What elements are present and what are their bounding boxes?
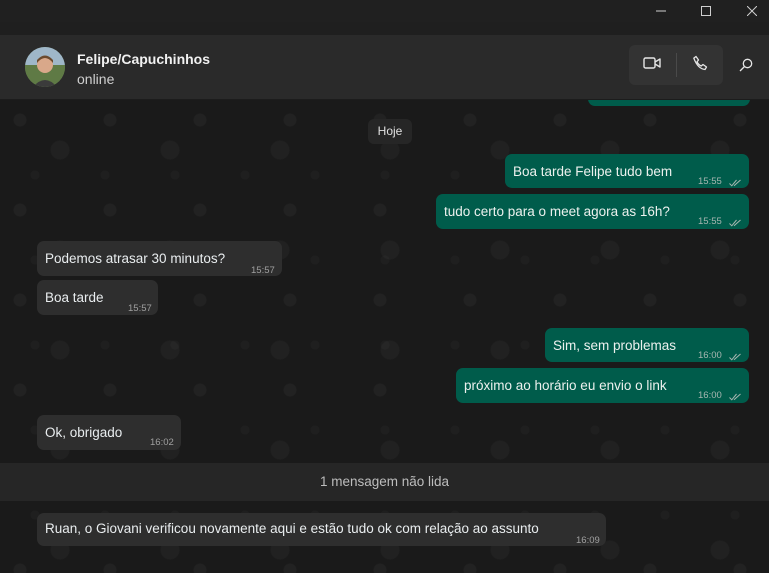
message-bubble-outgoing[interactable]: próximo ao horário eu envio o link 16:00	[456, 368, 749, 403]
minimize-icon[interactable]	[638, 0, 684, 22]
message-time: 15:55	[698, 176, 722, 187]
message-text: Podemos atrasar 30 minutos?	[45, 251, 226, 266]
message-bubble-outgoing-partial	[588, 100, 750, 106]
message-text: próximo ao horário eu envio o link	[464, 378, 667, 393]
message-text: Ruan, o Giovani verificou novamente aqui…	[45, 521, 539, 536]
video-call-button[interactable]	[629, 45, 676, 85]
title-bar	[0, 0, 769, 22]
search-icon	[739, 58, 753, 77]
message-text: Sim, sem problemas	[553, 338, 677, 353]
double-check-icon	[729, 348, 742, 366]
avatar[interactable]	[25, 47, 65, 87]
search-button[interactable]	[734, 55, 758, 79]
unread-messages-separator: 1 mensagem não lida	[0, 463, 769, 501]
close-icon[interactable]	[729, 0, 769, 22]
message-bubble-outgoing[interactable]: Sim, sem problemas 16:00	[545, 328, 749, 362]
maximize-icon[interactable]	[683, 0, 729, 22]
message-time: 16:09	[576, 535, 600, 546]
contact-status: online	[77, 71, 115, 87]
message-time: 16:00	[698, 350, 722, 361]
message-time: 15:57	[128, 303, 152, 314]
message-text: tudo certo para o meet agora as 16h?	[444, 204, 670, 219]
message-text: Ok, obrigado	[45, 425, 123, 440]
double-check-icon	[729, 174, 742, 192]
voice-call-button[interactable]	[676, 45, 723, 85]
contact-name[interactable]: Felipe/Capuchinhos	[77, 51, 210, 67]
video-call-icon	[643, 56, 661, 75]
message-time: 15:55	[698, 216, 722, 227]
date-separator: Hoje	[368, 119, 412, 144]
message-bubble-incoming[interactable]: Boa tarde 15:57	[37, 280, 158, 315]
call-buttons-group	[629, 45, 723, 85]
message-text: Boa tarde Felipe tudo bem	[513, 164, 673, 179]
message-list[interactable]: Hoje Boa tarde Felipe tudo bem 15:55 tud…	[0, 100, 769, 573]
double-check-icon	[729, 388, 742, 406]
double-check-icon	[729, 214, 742, 232]
message-text: Boa tarde	[45, 290, 104, 305]
message-bubble-outgoing[interactable]: Boa tarde Felipe tudo bem 15:55	[505, 154, 749, 188]
message-time: 16:00	[698, 390, 722, 401]
message-bubble-incoming[interactable]: Podemos atrasar 30 minutos? 15:57	[37, 241, 282, 276]
message-time: 16:02	[150, 437, 174, 448]
message-bubble-outgoing[interactable]: tudo certo para o meet agora as 16h? 15:…	[436, 194, 749, 229]
phone-icon	[692, 55, 708, 76]
message-bubble-incoming[interactable]: Ok, obrigado 16:02	[37, 415, 181, 450]
message-time: 15:57	[251, 265, 275, 276]
chat-header: Felipe/Capuchinhos online	[0, 35, 769, 100]
message-bubble-incoming[interactable]: Ruan, o Giovani verificou novamente aqui…	[37, 513, 606, 546]
